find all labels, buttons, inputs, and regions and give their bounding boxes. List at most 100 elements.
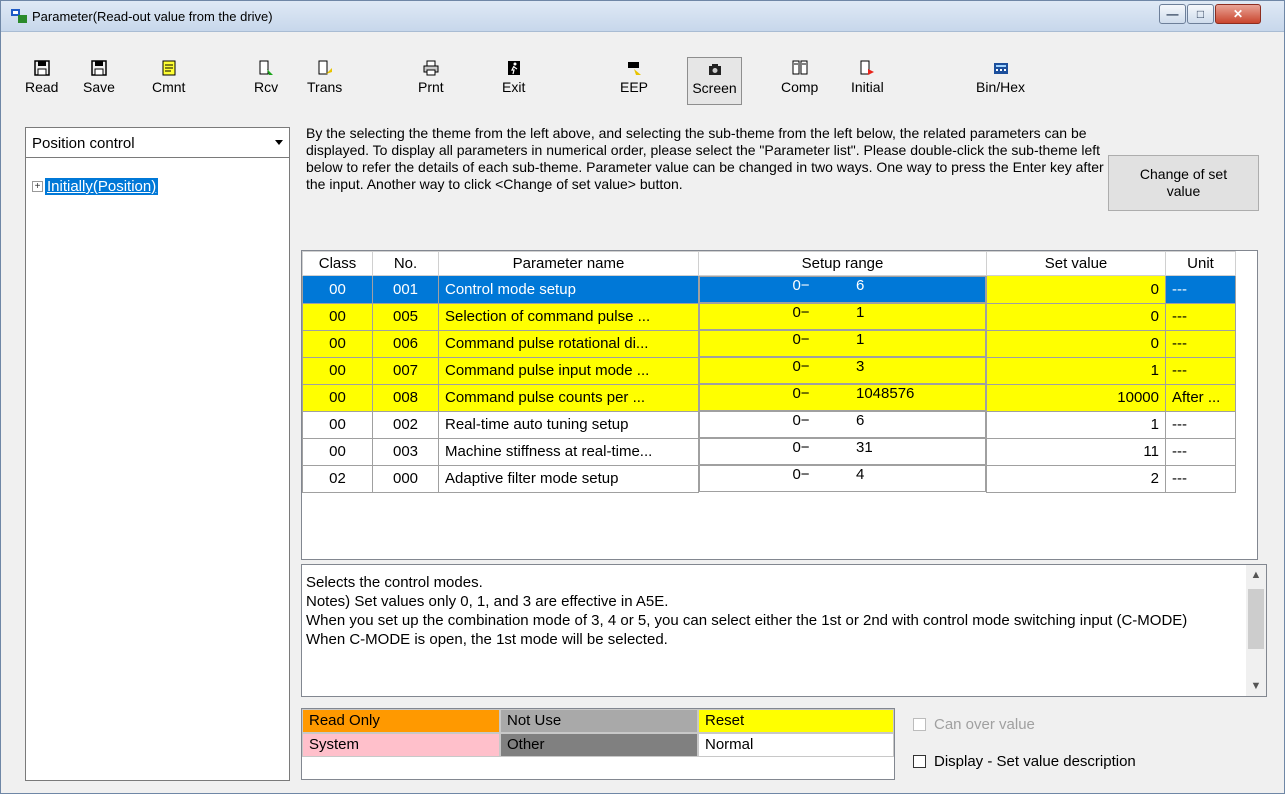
cell-parameter-name[interactable]: Control mode setup: [438, 275, 699, 304]
table-row[interactable]: 00 007 Command pulse input mode ... 0− 3 1 ---: [302, 356, 1236, 385]
receive-icon: [259, 60, 274, 75]
read-button[interactable]: Read: [25, 60, 58, 104]
cell-set-value[interactable]: 2: [986, 464, 1166, 493]
table-row[interactable]: 00 005 Selection of command pulse ... 0− 1 0-…: [302, 302, 1236, 331]
range-min: 0−: [792, 466, 810, 483]
table-row[interactable]: 00 003 Machine stiffness at real-time... 0−…: [302, 437, 1236, 466]
cell-set-value[interactable]: 0: [986, 275, 1166, 304]
maximize-button[interactable]: □: [1187, 4, 1214, 24]
column-header-no[interactable]: No.: [372, 251, 439, 276]
cell-set-value[interactable]: 11: [986, 437, 1166, 466]
column-header-unit[interactable]: Unit: [1165, 251, 1236, 276]
save-button[interactable]: Save: [83, 60, 115, 104]
cell-unit[interactable]: ---: [1165, 302, 1236, 331]
cell-no[interactable]: 007: [372, 356, 439, 385]
can-over-value-label: Can over value: [934, 716, 1035, 733]
cell-unit[interactable]: ---: [1165, 356, 1236, 385]
table-row[interactable]: 00 008 Command pulse counts per ... 0− 10485…: [302, 383, 1236, 412]
cell-setup-range[interactable]: 0− 1048576: [699, 384, 986, 411]
cell-class[interactable]: 00: [302, 437, 373, 466]
comment-button[interactable]: Cmnt: [152, 60, 185, 104]
cell-class[interactable]: 00: [302, 356, 373, 385]
compare-button[interactable]: Comp: [781, 60, 818, 104]
cell-setup-range[interactable]: 0− 3: [699, 357, 986, 384]
screen-button[interactable]: Screen: [687, 57, 742, 105]
binhex-button[interactable]: Bin/Hex: [976, 60, 1025, 104]
cell-class[interactable]: 00: [302, 302, 373, 331]
cell-no[interactable]: 001: [372, 275, 439, 304]
chevron-down-icon[interactable]: [273, 136, 285, 148]
exit-button[interactable]: Exit: [502, 60, 525, 104]
cell-setup-range[interactable]: 0− 6: [699, 411, 986, 438]
cell-setup-range[interactable]: 0− 4: [699, 465, 986, 492]
cell-no[interactable]: 000: [372, 464, 439, 493]
cell-unit[interactable]: ---: [1165, 437, 1236, 466]
range-min: 0−: [792, 439, 810, 456]
column-header-class[interactable]: Class: [302, 251, 373, 276]
receive-button[interactable]: Rcv: [254, 60, 278, 104]
cell-setup-range[interactable]: 0− 1: [699, 303, 986, 330]
checkbox-box[interactable]: [913, 718, 926, 731]
minimize-button[interactable]: —: [1159, 4, 1186, 24]
cell-set-value[interactable]: 0: [986, 329, 1166, 358]
cell-no[interactable]: 005: [372, 302, 439, 331]
column-header-set-value[interactable]: Set value: [986, 251, 1166, 276]
scroll-up-icon[interactable]: ▲: [1246, 565, 1266, 585]
cell-class[interactable]: 02: [302, 464, 373, 493]
cell-no[interactable]: 002: [372, 410, 439, 439]
cell-parameter-name[interactable]: Real-time auto tuning setup: [438, 410, 699, 439]
title-bar[interactable]: Parameter(Read-out value from the drive)…: [1, 1, 1284, 32]
cell-unit[interactable]: ---: [1165, 464, 1236, 493]
cell-no[interactable]: 008: [372, 383, 439, 412]
cell-unit[interactable]: After ...: [1165, 383, 1236, 412]
calculator-icon: [993, 63, 1008, 74]
cell-unit[interactable]: ---: [1165, 275, 1236, 304]
cell-no[interactable]: 006: [372, 329, 439, 358]
cell-class[interactable]: 00: [302, 329, 373, 358]
table-row[interactable]: 00 002 Real-time auto tuning setup 0− 6 1 ---: [302, 410, 1236, 439]
parameter-description-box[interactable]: Selects the control modes. Notes) Set va…: [301, 564, 1267, 697]
table-row[interactable]: 00 001 Control mode setup 0− 6 0 ---: [302, 275, 1236, 304]
table-row[interactable]: 02 000 Adaptive filter mode setup 0− 4 2 ---: [302, 464, 1236, 493]
cell-setup-range[interactable]: 0− 6: [699, 276, 986, 303]
scroll-down-icon[interactable]: ▼: [1246, 676, 1266, 696]
cell-parameter-name[interactable]: Command pulse input mode ...: [438, 356, 699, 385]
vertical-scrollbar[interactable]: ▲ ▼: [1246, 565, 1266, 696]
display-set-value-description-checkbox[interactable]: Display - Set value description: [913, 753, 1136, 770]
scroll-thumb[interactable]: [1248, 589, 1264, 649]
cell-set-value[interactable]: 1: [986, 410, 1166, 439]
tree-item-initially-position[interactable]: + Initially(Position): [32, 178, 159, 195]
range-min: 0−: [792, 385, 810, 402]
cell-class[interactable]: 00: [302, 410, 373, 439]
close-button[interactable]: ✕: [1215, 4, 1261, 24]
cell-setup-range[interactable]: 0− 31: [699, 438, 986, 465]
theme-select[interactable]: Position control: [26, 128, 289, 158]
cell-parameter-name[interactable]: Command pulse rotational di...: [438, 329, 699, 358]
cell-class[interactable]: 00: [302, 275, 373, 304]
table-row[interactable]: 00 006 Command pulse rotational di... 0− 1 0-…: [302, 329, 1236, 358]
change-set-value-button[interactable]: Change of set value: [1108, 155, 1259, 211]
initial-button[interactable]: Initial: [851, 60, 884, 104]
transmit-button[interactable]: Trans: [307, 60, 342, 104]
cell-class[interactable]: 00: [302, 383, 373, 412]
print-button[interactable]: Prnt: [418, 60, 444, 104]
cell-parameter-name[interactable]: Adaptive filter mode setup: [438, 464, 699, 493]
comment-label: Cmnt: [152, 79, 186, 95]
checkbox-box[interactable]: [913, 755, 926, 768]
cell-parameter-name[interactable]: Command pulse counts per ...: [438, 383, 699, 412]
print-label: Prnt: [418, 79, 444, 95]
cell-setup-range[interactable]: 0− 1: [699, 330, 986, 357]
cell-set-value[interactable]: 0: [986, 302, 1166, 331]
cell-set-value[interactable]: 1: [986, 356, 1166, 385]
cell-unit[interactable]: ---: [1165, 329, 1236, 358]
cell-parameter-name[interactable]: Selection of command pulse ...: [438, 302, 699, 331]
cell-set-value[interactable]: 10000: [986, 383, 1166, 412]
cell-no[interactable]: 003: [372, 437, 439, 466]
cell-unit[interactable]: ---: [1165, 410, 1236, 439]
column-header-parameter-name[interactable]: Parameter name: [438, 251, 699, 276]
expand-plus-icon[interactable]: +: [32, 181, 43, 192]
cell-parameter-name[interactable]: Machine stiffness at real-time...: [438, 437, 699, 466]
eep-button[interactable]: EEP: [620, 60, 648, 104]
column-header-setup-range[interactable]: Setup range: [698, 251, 987, 276]
can-over-value-checkbox[interactable]: Can over value: [913, 716, 1035, 733]
